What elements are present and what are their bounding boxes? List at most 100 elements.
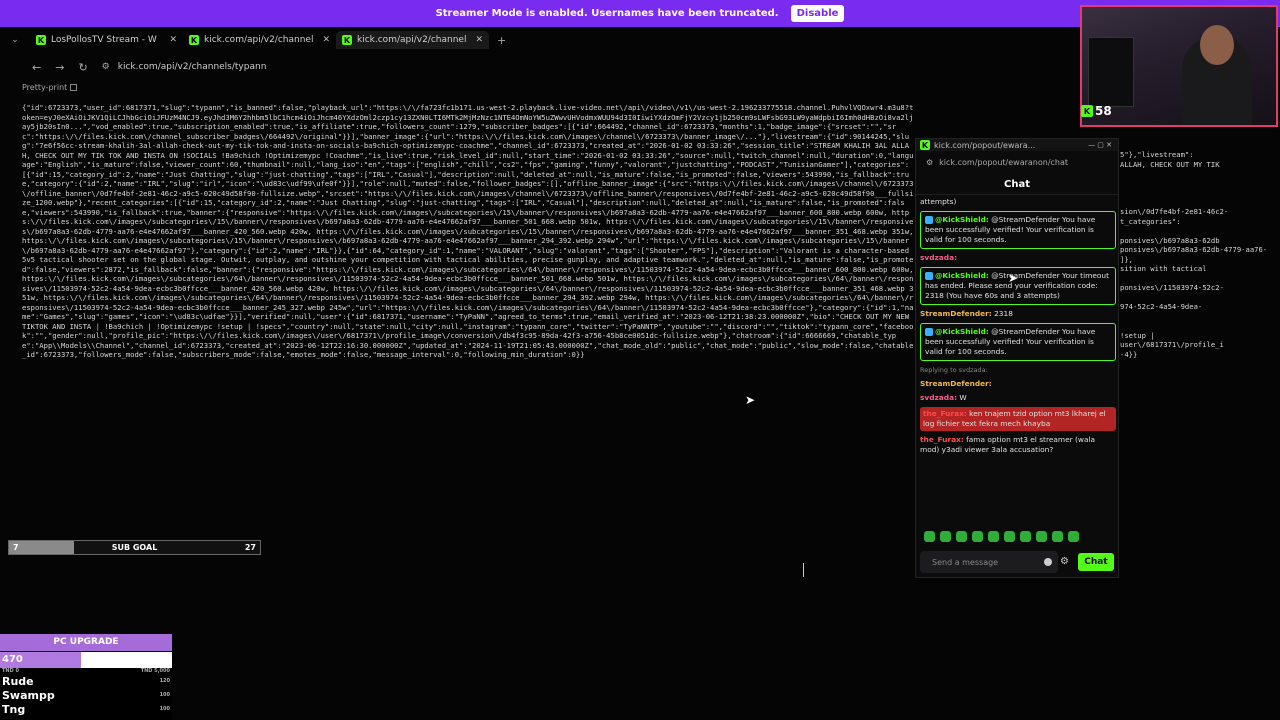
chat-message: attempts)	[920, 197, 1116, 207]
tab-label: LosPollosTV Stream - W	[51, 35, 157, 45]
chat-username[interactable]: svdzada:	[920, 253, 957, 262]
pc-upgrade-bar: 470	[0, 652, 172, 668]
text-cursor-icon	[803, 563, 804, 577]
chat-input-placeholder: Send a message	[932, 557, 999, 567]
new-tab-icon[interactable]: +	[497, 34, 506, 47]
donor-amount: 100	[159, 692, 170, 698]
tab-close-icon[interactable]: ✕	[475, 35, 483, 45]
chat-message-text: attempts)	[920, 197, 957, 206]
address-bar: ← → ↻ ⚙ kick.com/api/v2/channels/typann	[0, 58, 910, 76]
tab-label: kick.com/api/v2/channel	[204, 35, 314, 45]
popup-window-title: kick.com/popout/ewara...	[934, 140, 1036, 150]
kick-favicon-icon: K	[920, 140, 930, 150]
chat-messages: attempts) @KickShield: @StreamDefender Yo…	[920, 197, 1116, 517]
tab-close-icon[interactable]: ✕	[322, 35, 330, 45]
chat-message: svdzada:	[920, 253, 1116, 263]
json-response-overflow: 5"},"livestream": ALLAH, CHECK OUT MY TI…	[1120, 150, 1268, 359]
pretty-print-label: Pretty-print	[22, 83, 68, 92]
chat-username[interactable]: svdzada:	[920, 393, 957, 402]
chat-username[interactable]: @KickShield:	[935, 271, 989, 280]
bot-badge-icon	[925, 216, 933, 224]
chat-username[interactable]: StreamDefender:	[920, 309, 992, 318]
chat-username[interactable]: the_Furax:	[920, 435, 964, 444]
mouse-cursor-icon: ➤	[1008, 271, 1019, 285]
streamer-mode-text: Streamer Mode is enabled. Usernames have…	[435, 8, 779, 19]
emote-icon[interactable]	[1004, 531, 1015, 542]
donor-name: Rude	[2, 674, 34, 688]
chat-message-text: W	[959, 393, 967, 402]
chat-message: the_Furax: fama option mt3 el streamer (…	[920, 435, 1116, 455]
emote-icon[interactable]	[940, 531, 951, 542]
chat-username[interactable]: @KickShield:	[935, 215, 989, 224]
emote-icon[interactable]	[1036, 531, 1047, 542]
chat-message: StreamDefender:	[920, 379, 1116, 389]
pretty-print-checkbox[interactable]	[70, 84, 78, 91]
tab-label: kick.com/api/v2/channel	[357, 35, 467, 45]
pc-upgrade-widget: PC UPGRADE 470 TND 0 TND 5,000 Rude 120 S…	[0, 634, 172, 720]
chat-message: @KickShield: @StreamDefender You have be…	[920, 211, 1116, 249]
chat-username[interactable]: the_Furax:	[923, 409, 967, 418]
pc-upgrade-value: 470	[2, 654, 23, 665]
tab-api-channel-2[interactable]: K kick.com/api/v2/channel ✕	[336, 31, 489, 49]
donor-row: Tng 100	[0, 702, 172, 716]
chat-message: StreamDefender: 2318	[920, 309, 1116, 319]
bot-badge-icon	[925, 328, 933, 336]
sub-goal-label: SUB GOAL	[111, 543, 158, 552]
tab-lospollostv[interactable]: K LosPollosTV Stream - W ✕	[30, 31, 183, 49]
emote-icon[interactable]	[988, 531, 999, 542]
viewer-count-value: 58	[1095, 104, 1112, 118]
pretty-print-toggle[interactable]: Pretty-print	[22, 83, 78, 92]
kick-logo-icon: K	[1081, 105, 1093, 117]
tab-close-icon[interactable]: ✕	[169, 35, 177, 45]
tab-list-chevron-icon[interactable]: ⌄	[0, 35, 30, 45]
chat-message-text: Replying to svdzada:	[920, 366, 988, 374]
donor-row: Swampp 100	[0, 688, 172, 702]
back-icon[interactable]: ←	[32, 61, 41, 74]
reload-icon[interactable]: ↻	[78, 61, 87, 74]
chat-message: the_Furax: ken tnajem tzid option mt3 lk…	[920, 407, 1116, 431]
send-chat-button[interactable]: Chat	[1078, 553, 1114, 571]
emote-icon[interactable]	[1052, 531, 1063, 542]
json-response-body: {"id":6723373,"user_id":6817371,"slug":"…	[22, 103, 914, 359]
donor-amount: 120	[159, 678, 170, 684]
scale-min: TND 0	[2, 668, 19, 674]
donor-row: Rude 120	[0, 674, 172, 688]
chat-username[interactable]: StreamDefender:	[920, 379, 992, 388]
forward-icon[interactable]: →	[55, 61, 64, 74]
popup-url-bar: ⚙ kick.com/popout/ewaranon/chat	[916, 155, 1118, 169]
chat-settings-gear-icon[interactable]: ⚙	[1060, 556, 1069, 567]
chat-message: svdzada: W	[920, 393, 1116, 403]
sub-goal-target: 27	[244, 543, 256, 552]
chat-username[interactable]: @KickShield:	[935, 327, 989, 336]
emote-icon[interactable]	[956, 531, 967, 542]
viewer-count: K 58	[1081, 104, 1112, 118]
donor-amount: 100	[159, 706, 170, 712]
chat-popout-window: K kick.com/popout/ewara... — ▢ ✕ ⚙ kick.…	[915, 138, 1119, 578]
emote-icon[interactable]	[1068, 531, 1079, 542]
chat-input[interactable]: Send a message	[920, 551, 1058, 573]
tab-api-channel-1[interactable]: K kick.com/api/v2/channel ✕	[183, 31, 336, 49]
emote-icon[interactable]	[972, 531, 983, 542]
site-info-icon[interactable]: ⚙	[102, 62, 110, 72]
chat-message-text: 2318	[994, 309, 1013, 318]
site-info-icon[interactable]: ⚙	[926, 158, 933, 167]
url-field[interactable]: kick.com/api/v2/channels/typann	[118, 62, 267, 72]
emoji-icon[interactable]	[1044, 558, 1052, 566]
pc-upgrade-title: PC UPGRADE	[0, 634, 172, 651]
donor-name: Tng	[2, 702, 26, 716]
sub-goal-widget: 7 SUB GOAL 27	[8, 540, 261, 555]
chat-message: Replying to svdzada:	[920, 365, 1116, 375]
window-controls-icon[interactable]: — ▢ ✕	[1088, 141, 1112, 149]
scale-max: TND 5,000	[140, 668, 170, 674]
chat-heading: Chat	[916, 175, 1118, 195]
popup-titlebar: K kick.com/popout/ewara... — ▢ ✕	[916, 139, 1118, 151]
disable-button[interactable]: Disable	[790, 5, 845, 22]
kick-favicon-icon: K	[342, 35, 352, 45]
emote-icon[interactable]	[924, 531, 935, 542]
kick-favicon-icon: K	[189, 35, 199, 45]
bot-badge-icon	[925, 272, 933, 280]
kick-favicon-icon: K	[36, 35, 46, 45]
streamer-head	[1200, 25, 1234, 65]
emote-icon[interactable]	[1020, 531, 1031, 542]
popup-url: kick.com/popout/ewaranon/chat	[939, 157, 1069, 167]
